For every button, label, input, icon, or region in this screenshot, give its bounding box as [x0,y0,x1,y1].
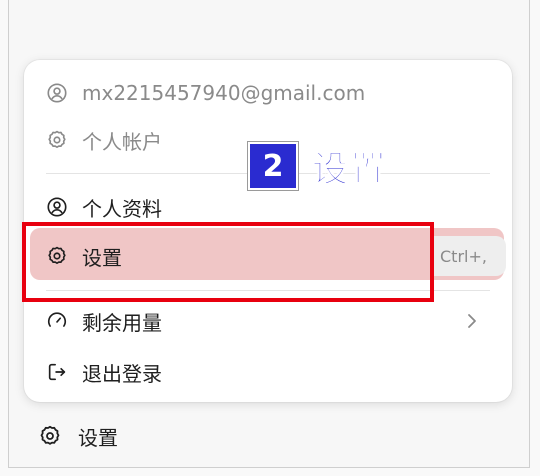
gauge-icon [46,310,68,332]
user-circle-icon [46,196,68,218]
menu-item-logout[interactable]: 退出登录 [24,352,512,392]
account-email: mx2215457940@gmail.com [82,81,366,105]
profile-label: 个人资料 [82,196,162,221]
gear-icon [46,129,68,151]
step-text: 设置 [311,149,389,191]
logout-label: 退出登录 [82,361,162,386]
menu-item-remaining-usage[interactable]: 剩余用量 [24,301,512,341]
step-number: 2 [248,142,298,190]
personal-account-label: 个人帐户 [82,129,162,154]
logout-icon [46,361,68,383]
annotation-step-badge: 2 设置 [248,142,389,191]
menu-item-email: mx2215457940@gmail.com [24,73,512,113]
remaining-usage-label: 剩余用量 [82,310,162,335]
sidebar-settings-button[interactable]: 设置 [38,416,118,456]
sidebar-settings-label: 设置 [78,425,118,450]
gear-icon [38,424,62,448]
menu-item-profile[interactable]: 个人资料 [24,187,512,227]
user-circle-icon [46,82,68,104]
annotation-highlight-box [22,222,434,302]
chevron-right-icon [468,314,476,328]
